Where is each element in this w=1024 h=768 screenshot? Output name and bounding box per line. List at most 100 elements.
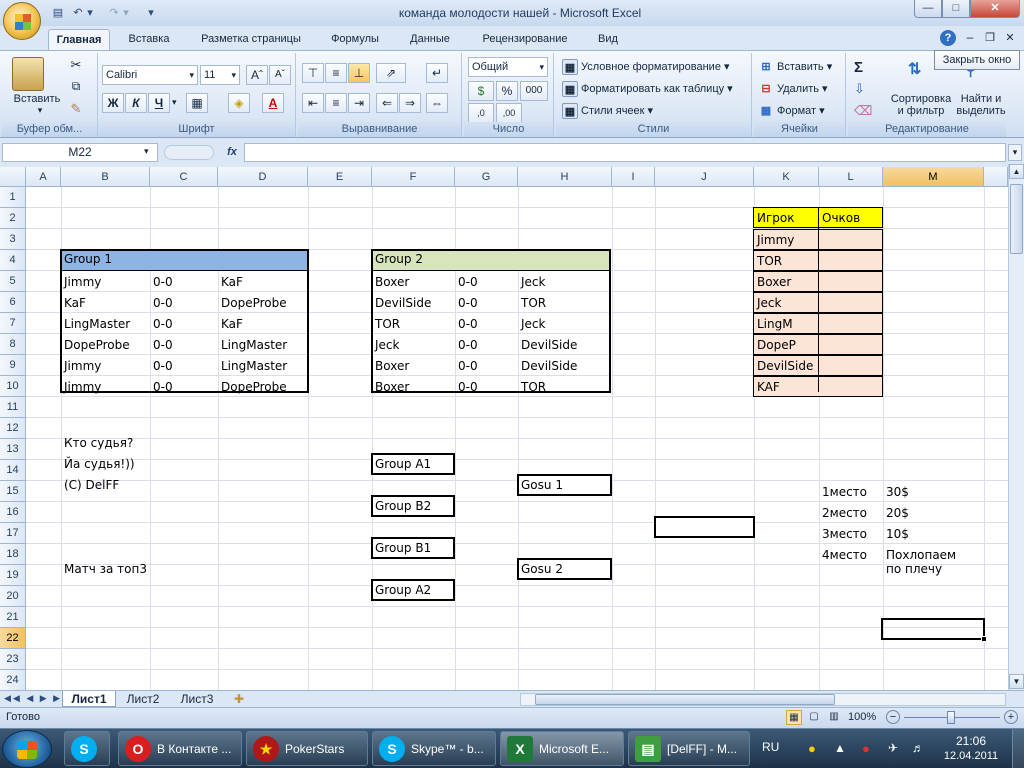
column-header-j[interactable]: J bbox=[655, 167, 754, 187]
column-header-c[interactable]: C bbox=[150, 167, 218, 187]
undo-icon[interactable]: ↶ bbox=[70, 5, 86, 21]
group1-match-cell[interactable]: 0-0 bbox=[150, 272, 218, 292]
group1-match-cell[interactable]: LingMaster bbox=[61, 314, 150, 334]
office-button[interactable] bbox=[3, 2, 41, 40]
align-top-button[interactable]: ⊤ bbox=[302, 63, 324, 83]
group1-match-cell[interactable]: Jimmy bbox=[61, 272, 150, 292]
ranking-player[interactable]: DopeP bbox=[754, 335, 818, 355]
row-header-11[interactable]: 11 bbox=[0, 397, 26, 418]
increase-indent-button[interactable]: ⇒ bbox=[399, 93, 421, 113]
column-header-h[interactable]: H bbox=[518, 167, 612, 187]
fill-handle[interactable] bbox=[981, 636, 987, 642]
bracket-box-final[interactable] bbox=[654, 516, 755, 538]
clock-time[interactable]: 21:06 bbox=[936, 734, 1006, 748]
group2-match-cell[interactable]: DevilSide bbox=[372, 293, 455, 313]
delete-cells-button[interactable]: ⊟ Удалить ▾ bbox=[758, 79, 827, 99]
group1-match-cell[interactable]: Jimmy bbox=[61, 377, 150, 397]
paste-button[interactable]: Вставить bbox=[2, 93, 72, 105]
sheet-tab-1[interactable]: Лист1 bbox=[62, 691, 116, 707]
tray-icon-4[interactable]: ✈ bbox=[888, 741, 904, 757]
copy-icon[interactable]: ⧉ bbox=[68, 79, 84, 95]
group2-match-cell[interactable]: 0-0 bbox=[455, 377, 518, 397]
doc-restore-icon[interactable]: ❐ bbox=[982, 30, 998, 46]
clear-icon[interactable]: ⌫ bbox=[854, 103, 874, 121]
font-size-select[interactable]: 11 ▾ bbox=[200, 65, 240, 85]
row-header-1[interactable]: 1 bbox=[0, 187, 26, 208]
fill-icon[interactable]: ⇩ bbox=[854, 81, 874, 99]
judge-answer[interactable]: Йа судья!)) bbox=[61, 454, 261, 474]
wrap-text-button[interactable]: ↵ bbox=[426, 63, 448, 83]
group2-match-cell[interactable]: TOR bbox=[518, 377, 611, 397]
row-header-13[interactable]: 13 bbox=[0, 439, 26, 460]
volume-icon[interactable]: ♬ bbox=[912, 741, 928, 757]
ranking-header-points[interactable]: Очков bbox=[819, 208, 883, 228]
copyright-note[interactable]: (C) DelFF bbox=[61, 475, 261, 495]
group1-match-cell[interactable]: KaF bbox=[218, 314, 308, 334]
tray-icon-2[interactable]: ▲ bbox=[834, 741, 850, 757]
row-header-9[interactable]: 9 bbox=[0, 355, 26, 376]
shrink-font-button[interactable]: Aˇ bbox=[269, 65, 291, 85]
align-left-button[interactable]: ⇤ bbox=[302, 93, 324, 113]
scroll-down-icon[interactable]: ▼ bbox=[1009, 674, 1024, 689]
tab-data[interactable]: Данные bbox=[400, 29, 460, 50]
vertical-scrollbar[interactable]: ▲ ▼ bbox=[1008, 164, 1024, 705]
top3-note[interactable]: Матч за топ3 bbox=[61, 559, 261, 579]
conditional-format-button[interactable]: ▦ Условное форматирование ▾ bbox=[562, 57, 730, 77]
tab-view[interactable]: Вид bbox=[588, 29, 628, 50]
group1-match-cell[interactable]: 0-0 bbox=[150, 314, 218, 334]
tab-formulas[interactable]: Формулы bbox=[322, 29, 388, 50]
row-header-8[interactable]: 8 bbox=[0, 334, 26, 355]
taskbar-item-delff[interactable]: ▤ [DelFF] - M... bbox=[628, 731, 750, 766]
group1-match-cell[interactable]: KaF bbox=[218, 272, 308, 292]
row-header-20[interactable]: 20 bbox=[0, 586, 26, 607]
column-header-l[interactable]: L bbox=[819, 167, 883, 187]
merge-center-button[interactable]: ⇔ bbox=[426, 93, 448, 113]
taskbar-skype-pinned[interactable]: S bbox=[64, 731, 110, 766]
redo-dropdown-icon[interactable]: ▾ bbox=[121, 5, 131, 21]
number-format-select[interactable]: Общий ▾ bbox=[468, 57, 548, 77]
group2-match-cell[interactable]: 0-0 bbox=[455, 335, 518, 355]
align-right-button[interactable]: ⇥ bbox=[348, 93, 370, 113]
underline-dropdown-icon[interactable]: ▾ bbox=[172, 97, 182, 108]
tab-home[interactable]: Главная bbox=[48, 29, 110, 50]
row-header-16[interactable]: 16 bbox=[0, 502, 26, 523]
group1-match-cell[interactable]: Jimmy bbox=[61, 356, 150, 376]
ranking-player[interactable]: Jeck bbox=[754, 293, 818, 313]
ranking-header-player[interactable]: Игрок bbox=[754, 208, 818, 228]
group1-match-cell[interactable]: LingMaster bbox=[218, 356, 308, 376]
align-middle-button[interactable]: ≡ bbox=[325, 63, 347, 83]
column-header-e[interactable]: E bbox=[308, 167, 372, 187]
customize-qat-icon[interactable]: ▾ bbox=[145, 5, 157, 21]
formula-input[interactable] bbox=[244, 143, 1006, 162]
paste-icon[interactable] bbox=[12, 57, 44, 91]
show-desktop-button[interactable] bbox=[1012, 729, 1024, 768]
bracket-a1[interactable]: Group A1 bbox=[372, 454, 454, 474]
sort-filter-button[interactable]: Сортировка и фильтр bbox=[884, 93, 958, 117]
autosum-icon[interactable]: Σ bbox=[854, 59, 874, 77]
sheet-nav-icons[interactable]: ◀◀ ◀ ▶ ▶▶ bbox=[4, 693, 71, 704]
row-header-5[interactable]: 5 bbox=[0, 271, 26, 292]
ranking-player[interactable]: DevilSide bbox=[754, 356, 818, 376]
italic-button[interactable]: К bbox=[125, 93, 147, 113]
doc-minimize-icon[interactable]: – bbox=[962, 30, 978, 46]
tab-page-layout[interactable]: Разметка страницы bbox=[192, 29, 310, 50]
column-header-b[interactable]: B bbox=[61, 167, 150, 187]
group2-match-cell[interactable]: DevilSide bbox=[518, 335, 611, 355]
format-as-table-button[interactable]: ▦ Форматировать как таблицу ▾ bbox=[562, 79, 733, 99]
taskbar-item-skype[interactable]: S Skype™ - b... bbox=[372, 731, 496, 766]
column-header-i[interactable]: I bbox=[612, 167, 655, 187]
decrease-decimal-button[interactable]: ,00 bbox=[496, 103, 522, 123]
row-header-2[interactable]: 2 bbox=[0, 208, 26, 229]
clock-date[interactable]: 12.04.2011 bbox=[936, 750, 1006, 762]
column-header-f[interactable]: F bbox=[372, 167, 455, 187]
bracket-a2[interactable]: Group A2 bbox=[372, 580, 454, 600]
group2-match-cell[interactable]: TOR bbox=[518, 293, 611, 313]
find-select-button[interactable]: Найти и выделить bbox=[956, 93, 1006, 117]
column-header-m[interactable]: M bbox=[883, 167, 984, 187]
group2-match-cell[interactable]: 0-0 bbox=[455, 314, 518, 334]
align-bottom-button[interactable]: ⊥ bbox=[348, 63, 370, 83]
percent-button[interactable]: % bbox=[496, 81, 518, 101]
group2-match-cell[interactable]: 0-0 bbox=[455, 293, 518, 313]
sheet-tab-2[interactable]: Лист2 bbox=[118, 691, 168, 707]
scroll-up-icon[interactable]: ▲ bbox=[1009, 164, 1024, 179]
